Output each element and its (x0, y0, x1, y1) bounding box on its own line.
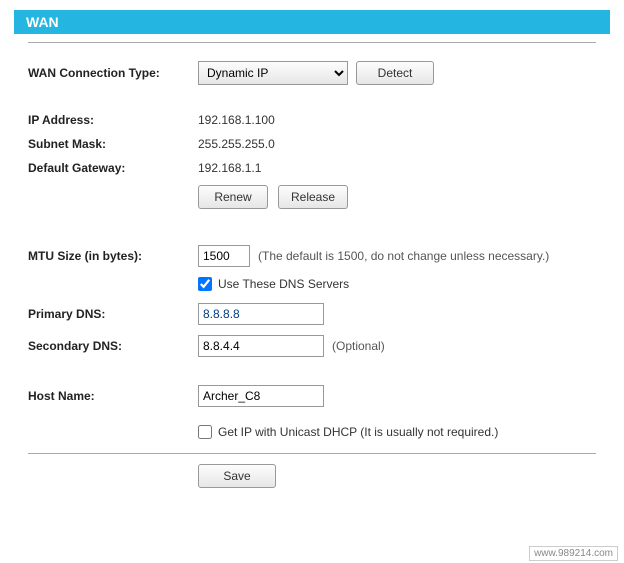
primary-dns-row: Primary DNS: (28, 303, 596, 325)
unicast-dhcp-row: Get IP with Unicast DHCP (It is usually … (198, 425, 596, 439)
save-button[interactable]: Save (198, 464, 276, 488)
renew-release-group: Renew Release (198, 185, 596, 209)
ip-address-label: IP Address: (28, 113, 198, 127)
page-header: WAN (14, 10, 610, 34)
ip-address-value: 192.168.1.100 (198, 113, 275, 127)
use-dns-checkbox[interactable] (198, 277, 212, 291)
secondary-dns-hint: (Optional) (332, 339, 385, 353)
mtu-row: MTU Size (in bytes): (The default is 150… (28, 245, 596, 267)
unicast-dhcp-label: Get IP with Unicast DHCP (It is usually … (218, 425, 498, 439)
default-gateway-value: 192.168.1.1 (198, 161, 261, 175)
subnet-mask-value: 255.255.255.0 (198, 137, 275, 151)
default-gateway-label: Default Gateway: (28, 161, 198, 175)
wan-connection-label: WAN Connection Type: (28, 66, 198, 80)
secondary-dns-row: Secondary DNS: (Optional) (28, 335, 596, 357)
watermark: www.989214.com (529, 546, 618, 561)
divider-bottom (28, 453, 596, 454)
wan-settings-form: WAN Connection Type: Dynamic IP Detect I… (0, 42, 624, 488)
wan-connection-row: WAN Connection Type: Dynamic IP Detect (28, 61, 596, 85)
detect-button[interactable]: Detect (356, 61, 434, 85)
hostname-label: Host Name: (28, 389, 198, 403)
mtu-hint: (The default is 1500, do not change unle… (258, 249, 549, 263)
hostname-input[interactable] (198, 385, 324, 407)
use-dns-label: Use These DNS Servers (218, 277, 349, 291)
renew-button[interactable]: Renew (198, 185, 268, 209)
page-title: WAN (26, 14, 59, 30)
secondary-dns-input[interactable] (198, 335, 324, 357)
use-dns-row: Use These DNS Servers (198, 277, 596, 291)
primary-dns-label: Primary DNS: (28, 307, 198, 321)
hostname-row: Host Name: (28, 385, 596, 407)
primary-dns-input[interactable] (198, 303, 324, 325)
mtu-label: MTU Size (in bytes): (28, 249, 198, 263)
wan-connection-select[interactable]: Dynamic IP (198, 61, 348, 85)
default-gateway-row: Default Gateway: 192.168.1.1 (28, 161, 596, 175)
release-button[interactable]: Release (278, 185, 348, 209)
subnet-mask-label: Subnet Mask: (28, 137, 198, 151)
mtu-input[interactable] (198, 245, 250, 267)
subnet-mask-row: Subnet Mask: 255.255.255.0 (28, 137, 596, 151)
unicast-dhcp-checkbox[interactable] (198, 425, 212, 439)
ip-address-row: IP Address: 192.168.1.100 (28, 113, 596, 127)
secondary-dns-label: Secondary DNS: (28, 339, 198, 353)
divider-top (28, 42, 596, 43)
save-row: Save (198, 464, 596, 488)
